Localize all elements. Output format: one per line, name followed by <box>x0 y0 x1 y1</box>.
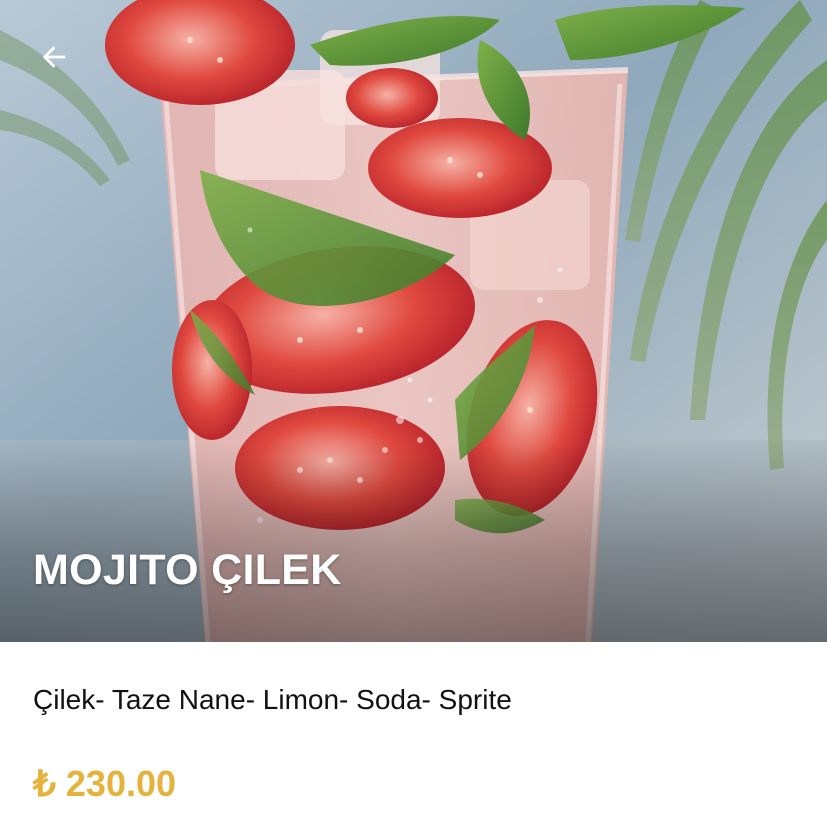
product-details: Çilek- Taze Nane- Limon- Soda- Sprite ₺ … <box>0 682 827 806</box>
hero-gradient-overlay <box>0 442 827 642</box>
arrow-left-icon <box>42 46 66 68</box>
product-price: ₺ 230.00 <box>33 763 177 804</box>
product-hero: MOJITO ÇILEK <box>0 0 827 642</box>
product-title: MOJITO ÇILEK <box>33 546 342 594</box>
back-button[interactable] <box>26 34 82 80</box>
product-ingredients: Çilek- Taze Nane- Limon- Soda- Sprite <box>33 684 512 715</box>
